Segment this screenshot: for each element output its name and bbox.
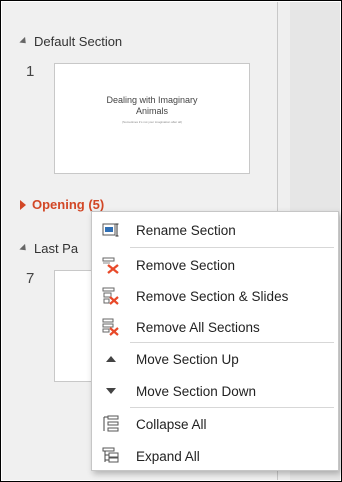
section-label: Last Pa	[34, 241, 79, 256]
remove-section-icon	[102, 257, 119, 274]
section-header-default[interactable]: Default Section	[19, 34, 123, 49]
thumbnail-title: Dealing with Imaginary Animals	[55, 95, 249, 117]
menu-item-label: Remove Section	[136, 258, 236, 273]
collapse-arrow-icon[interactable]	[19, 36, 29, 47]
menu-item-move-section-down[interactable]: Move Section Down	[92, 375, 338, 407]
menu-item-label: Remove All Sections	[136, 320, 260, 335]
menu-item-remove-section[interactable]: Remove Section	[92, 249, 338, 281]
thumbnail-title-line: Animals	[135, 106, 168, 116]
section-header-opening[interactable]: Opening (5)	[20, 197, 104, 212]
menu-item-expand-all[interactable]: Expand All	[92, 440, 338, 472]
expand-arrow-icon[interactable]	[20, 199, 26, 210]
thumbnail-title-line: Dealing with Imaginary	[106, 95, 198, 105]
menu-item-label: Expand All	[136, 449, 200, 464]
collapse-arrow-icon[interactable]	[19, 243, 29, 254]
triangle-up-icon	[106, 356, 116, 362]
section-header-last[interactable]: Last Pa	[19, 241, 79, 256]
menu-item-remove-section-slides[interactable]: Remove Section & Slides	[92, 280, 338, 312]
triangle-down-icon	[106, 388, 116, 394]
menu-item-collapse-all[interactable]: Collapse All	[92, 408, 338, 440]
slide-number: 7	[26, 270, 35, 287]
menu-item-move-section-up[interactable]: Move Section Up	[92, 343, 338, 375]
remove-all-sections-icon	[102, 318, 119, 336]
thumbnail-subtitle: (Sometimes it's not your imagination aft…	[122, 120, 182, 124]
slide-thumbnail-1[interactable]: Dealing with Imaginary Animals (Sometime…	[54, 63, 250, 174]
menu-item-rename-section[interactable]: Rename Section	[92, 214, 338, 246]
collapse-all-icon	[103, 415, 119, 432]
remove-section-slides-icon	[102, 287, 119, 305]
menu-item-remove-all-sections[interactable]: Remove All Sections	[92, 311, 338, 343]
menu-item-label: Remove Section & Slides	[136, 289, 289, 304]
menu-item-label: Move Section Down	[136, 384, 257, 399]
section-label: Default Section	[34, 34, 123, 49]
section-context-menu: Rename Section Remove Section Remove Sec…	[91, 211, 339, 471]
section-label: Opening (5)	[32, 197, 105, 212]
expand-all-icon	[102, 447, 119, 463]
menu-item-label: Collapse All	[136, 417, 207, 432]
menu-separator	[130, 247, 334, 248]
rename-section-icon	[102, 223, 119, 237]
menu-item-label: Rename Section	[136, 223, 236, 238]
menu-item-label: Move Section Up	[136, 352, 239, 367]
slide-number: 1	[26, 63, 35, 80]
